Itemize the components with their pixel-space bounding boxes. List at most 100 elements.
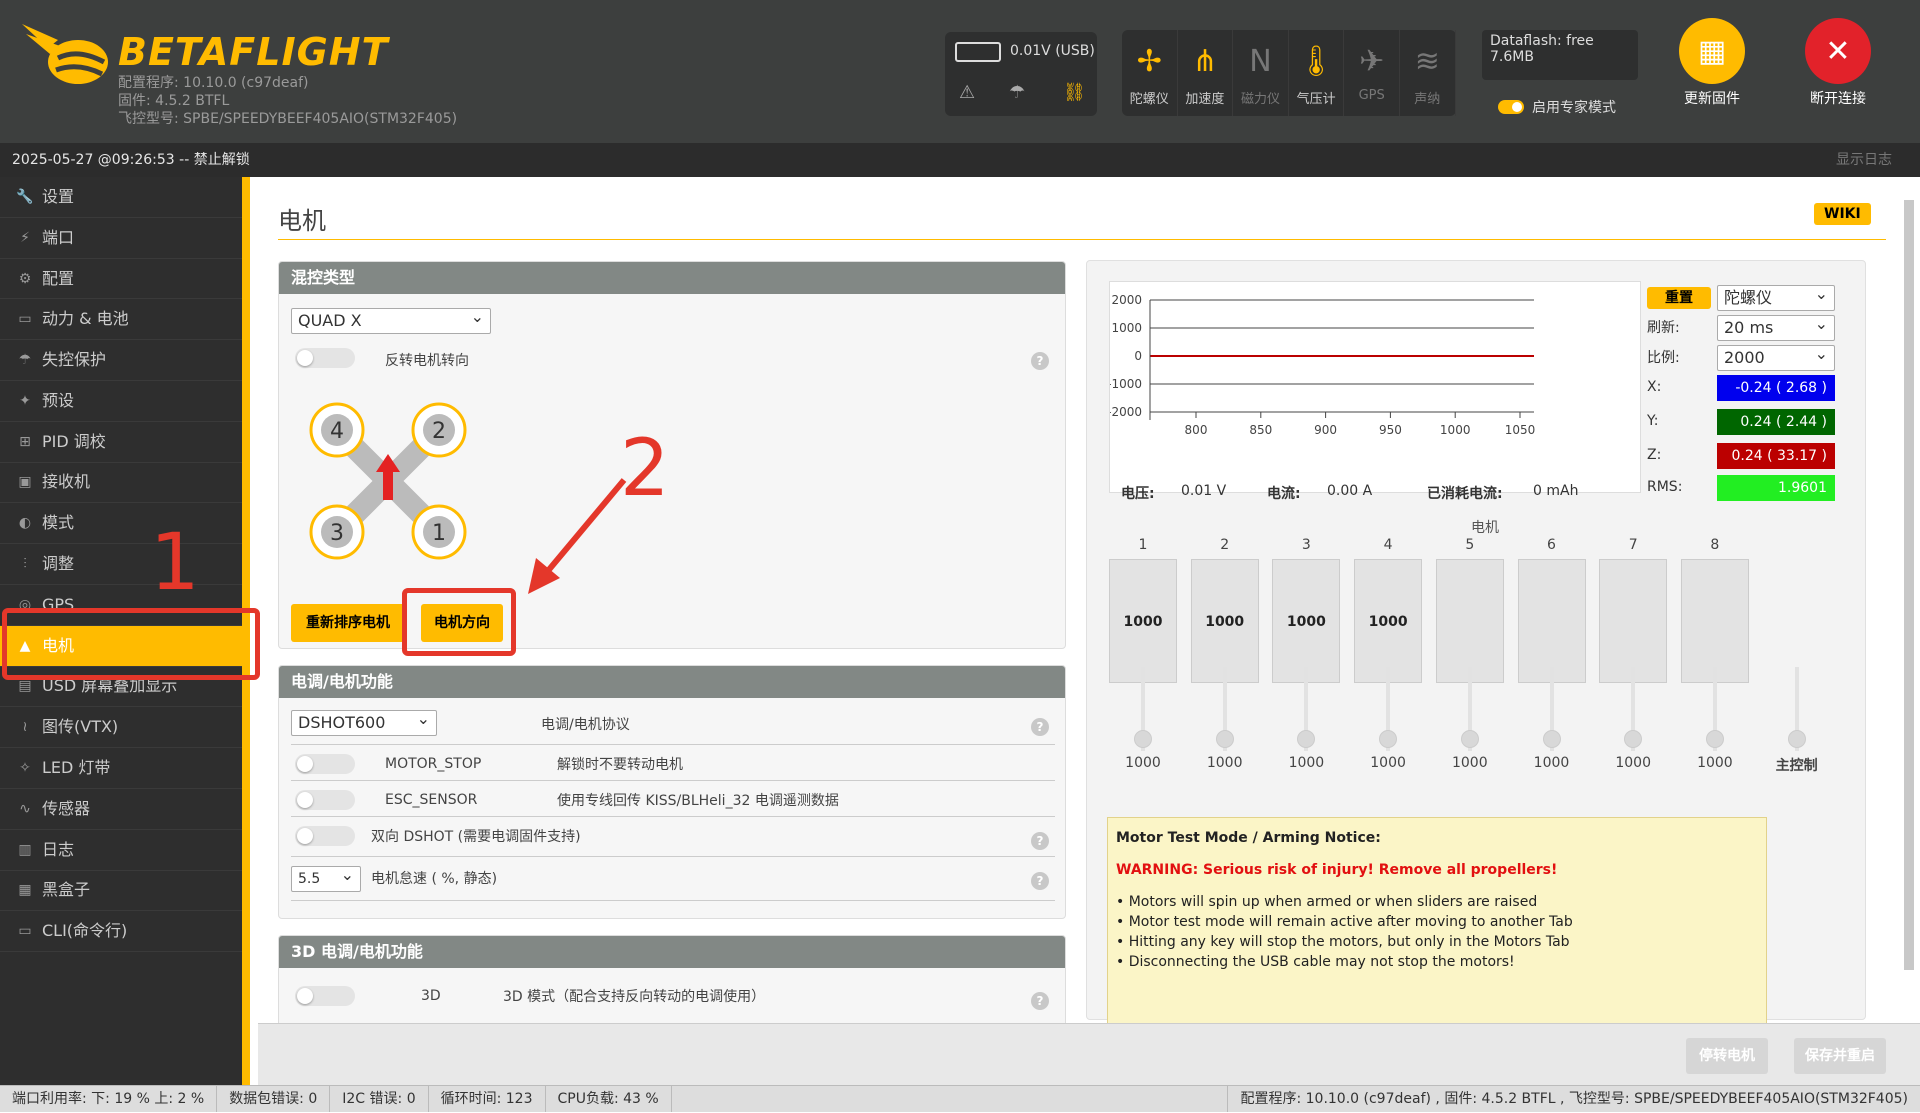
reorder-motors-button[interactable]: 重新排序电机	[291, 604, 405, 642]
board-target: 飞控型号: SPBE/SPEEDYBEEF405AIO(STM32F405)	[118, 111, 458, 127]
y-value: 0.24 ( 2.44 )	[1717, 409, 1835, 435]
bidir-dshot-toggle[interactable]	[295, 826, 355, 846]
help-icon[interactable]: ?	[1031, 352, 1049, 370]
3d-mode-desc: 3D 模式（配合支持反向转动的电调使用）	[503, 989, 766, 1005]
gyro-graph: 2000 1000 0 -1000 -2000 800 850 900 950 1000 1050	[1107, 281, 1641, 493]
scrollbar[interactable]	[1902, 180, 1916, 1020]
notice-warning: WARNING: Serious risk of injury! Remove …	[1116, 862, 1558, 878]
master-slider-knob[interactable]	[1787, 730, 1806, 748]
sidebar-item-5[interactable]: ✦ 预设	[0, 381, 242, 422]
reset-button[interactable]: 重置	[1647, 287, 1711, 309]
mag-icon: N	[1249, 44, 1272, 79]
help-icon[interactable]: ?	[1031, 832, 1049, 850]
current-value: 0.00 A	[1327, 483, 1373, 499]
notice-title: Motor Test Mode / Arming Notice:	[1116, 830, 1381, 846]
esc-3d-heading: 3D 电调/电机功能	[279, 936, 1065, 968]
motor-slider-value: 1000	[1125, 755, 1161, 771]
scrollbar-thumb[interactable]	[1904, 200, 1914, 970]
sidebar-item-14[interactable]: ✧ LED 灯带	[0, 748, 242, 789]
stop-motors-button[interactable]: 停转电机	[1686, 1038, 1768, 1074]
wiki-button[interactable]: WIKI	[1814, 203, 1871, 225]
expert-mode-toggle[interactable]: 启用专家模式	[1498, 97, 1616, 117]
show-log-link[interactable]: 显示日志	[1836, 143, 1892, 177]
voltage-value: 0.01 V	[1181, 483, 1227, 499]
motor-slider-knob[interactable]	[1705, 730, 1724, 748]
motor-slider-value: 1000	[1697, 755, 1733, 771]
sidebar-item-13[interactable]: ≀ 图传(VTX)	[0, 707, 242, 749]
help-icon[interactable]: ?	[1031, 718, 1049, 736]
motor-slider-knob[interactable]	[1215, 730, 1234, 748]
motors-heading: 电机	[1471, 520, 1499, 536]
sidebar-item-1[interactable]: ⚡ 端口	[0, 218, 242, 259]
help-icon[interactable]: ?	[1031, 992, 1049, 1010]
scale-select[interactable]: 2000	[1717, 342, 1835, 371]
gyro-chart: 2000 1000 0 -1000 -2000 800 850 900 950 1000 1050	[1107, 293, 1535, 437]
reverse-motor-label: 反转电机转向	[385, 353, 469, 369]
annotation-arrow	[528, 478, 627, 594]
help-icon[interactable]: ?	[1031, 872, 1049, 890]
sidebar-item-4[interactable]: ☂ 失控保护	[0, 340, 242, 381]
vtx-icon: ≀	[22, 719, 28, 736]
motor-slider-knob[interactable]	[1134, 730, 1152, 748]
motor-slider-knob[interactable]	[1542, 730, 1561, 748]
y-axis-label: Y:	[1647, 413, 1659, 429]
dataflash-label: Dataflash: free 7.6MB	[1490, 33, 1594, 65]
z-axis-label: Z:	[1647, 447, 1662, 463]
motor-slider-value: 1000	[1451, 755, 1488, 771]
sensor-select[interactable]: 陀螺仪	[1717, 282, 1835, 311]
sidebar-item-3[interactable]: ▭ 动力 & 电池	[0, 299, 242, 341]
footer-bar: 停转电机 保存并重启	[258, 1023, 1920, 1085]
status-bar: 2025-05-27 @09:26:53 -- 禁止解锁 显示日志	[0, 143, 1920, 177]
sidebar-item-6[interactable]: ⊞ PID 调校	[0, 422, 242, 463]
motor-value-box: 1000	[1190, 559, 1259, 683]
esc-protocol-select[interactable]: DSHOT600	[291, 707, 437, 736]
notice-line: • Motor test mode will remain active aft…	[1116, 914, 1573, 930]
motor-1: 1	[411, 504, 467, 560]
sidebar-item-label: 接收机	[42, 472, 91, 492]
mixer-type-select[interactable]: QUAD X	[291, 305, 491, 334]
sidebar-item-7[interactable]: ▣ 接收机	[0, 463, 242, 504]
sidebar-item-15[interactable]: ∿ 传感器	[0, 789, 242, 830]
esc-sensor-toggle[interactable]	[295, 790, 355, 810]
configurator-version: 配置程序: 10.10.0 (c97deaf)	[118, 75, 309, 91]
scale-label: 比例:	[1647, 350, 1680, 366]
save-reboot-button[interactable]: 保存并重启	[1794, 1038, 1886, 1074]
motor-slider-knob[interactable]	[1460, 730, 1479, 748]
motor-slider-knob[interactable]	[1297, 730, 1316, 748]
sidebar-item-16[interactable]: ▥ 日志	[0, 830, 242, 871]
motor-slider-value: 1000	[1370, 755, 1406, 771]
refresh-label: 刷新:	[1647, 320, 1680, 336]
reverse-motor-toggle[interactable]	[295, 348, 355, 368]
motor-slider-value: 1000	[1206, 755, 1243, 771]
refresh-select[interactable]: 20 ms	[1717, 312, 1835, 341]
motor-slider-knob[interactable]	[1379, 730, 1398, 748]
link-icon: ⛓	[1063, 82, 1086, 103]
motor-slider-value: 1000	[1288, 755, 1325, 771]
battery-icon	[955, 42, 1001, 62]
sidebar-item-18[interactable]: ▭ CLI(命令行)	[0, 911, 242, 953]
cpu-load: CPU负载: 43 %	[546, 1086, 672, 1112]
sidebar-item-2[interactable]: ⚙ 配置	[0, 259, 242, 300]
consumed-value: 0 mAh	[1533, 483, 1579, 499]
x-axis-label: X:	[1647, 379, 1662, 395]
update-firmware-button[interactable]: ▦ 更新固件	[1672, 18, 1752, 108]
3d-mode-toggle[interactable]	[295, 986, 355, 1006]
page-title: 电机	[278, 207, 326, 235]
idle-throttle-input[interactable]: 5.5	[291, 863, 361, 892]
sensor-label: 气压计	[1296, 92, 1336, 107]
sidebar-item-0[interactable]: 🔧 设置	[0, 177, 242, 218]
motor-number: 1	[1138, 537, 1148, 553]
accel-icon: ⋔	[1192, 44, 1218, 79]
z-value: 0.24 ( 33.17 )	[1717, 443, 1835, 469]
motor-value-box	[1599, 559, 1668, 683]
motor-value-box: 1000	[1354, 559, 1423, 683]
motor-stop-toggle[interactable]	[295, 754, 355, 774]
sidebar-item-9[interactable]: ⫶ 调整	[0, 544, 242, 585]
motor-slider-knob[interactable]	[1624, 730, 1643, 748]
expert-mode-switch[interactable]	[1498, 100, 1524, 114]
disconnect-button[interactable]: ✕ 断开连接	[1798, 18, 1878, 108]
sidebar-item-8[interactable]: ◐ 模式	[0, 503, 242, 545]
battery-voltage: 0.01V (USB)	[1010, 43, 1095, 59]
annotation-number-1: 1	[150, 518, 200, 608]
sidebar-item-17[interactable]: ▦ 黑盒子	[0, 871, 242, 912]
